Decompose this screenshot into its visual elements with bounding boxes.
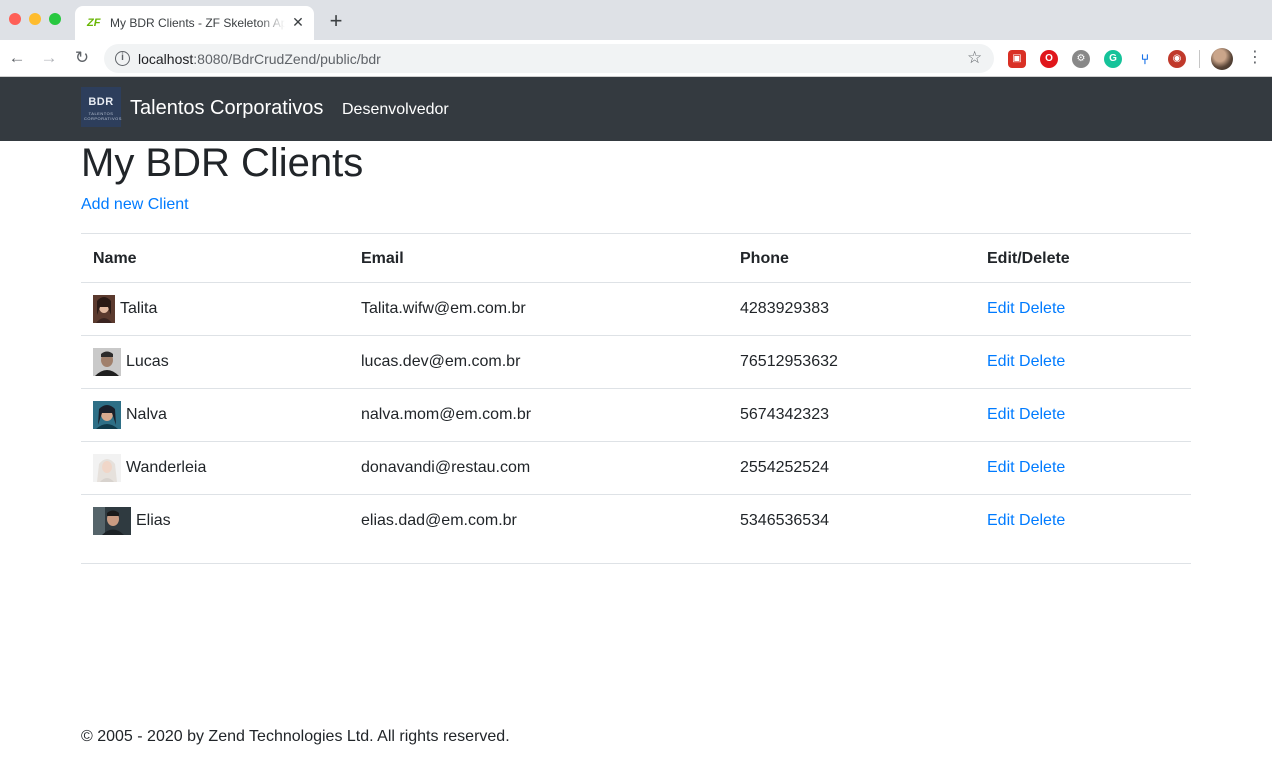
header-name: Name (93, 250, 137, 267)
table-row: Lucas lucas.dev@em.com.br 76512953632 Ed… (81, 336, 1191, 389)
table-row: Talita Talita.wifw@em.com.br 4283929383 … (81, 283, 1191, 336)
edit-link[interactable]: Edit (987, 353, 1015, 370)
extension-eye-icon[interactable]: ◉ (1168, 50, 1186, 68)
forward-arrow-icon[interactable]: → (39, 48, 59, 68)
avatar (93, 454, 121, 482)
extension-pdf-icon[interactable]: ▣ (1008, 50, 1026, 68)
brand-name[interactable]: Talentos Corporativos (130, 96, 323, 120)
logo-subtext: TALENTOS CORPORATIVOS (84, 111, 122, 121)
header-edit-delete: Edit/Delete (987, 250, 1070, 267)
address-bar[interactable]: i localhost:8080/BdrCrudZend/public/bdr … (104, 44, 994, 73)
avatar (93, 348, 121, 376)
header-email: Email (361, 250, 404, 267)
more-menu-icon[interactable]: ⋮ (1247, 48, 1263, 68)
client-email: nalva.mom@em.com.br (361, 406, 532, 423)
delete-link[interactable]: Delete (1019, 459, 1065, 476)
row-actions: Edit Delete (987, 405, 1065, 425)
client-phone: 5346536534 (740, 512, 829, 529)
url-path: :8080/BdrCrudZend/public/bdr (193, 51, 381, 67)
minimize-window-button[interactable] (29, 13, 41, 25)
table-row: Wanderleia donavandi@restau.com 25542525… (81, 442, 1191, 495)
client-phone: 4283929383 (740, 300, 829, 317)
site-info-icon[interactable]: i (115, 51, 130, 66)
url-host: localhost (138, 51, 194, 67)
avatar (93, 507, 131, 535)
tab-title: My BDR Clients - ZF Skeleton Application (110, 16, 285, 30)
nav-link-desenvolvedor[interactable]: Desenvolvedor (342, 100, 449, 120)
header-phone: Phone (740, 250, 789, 267)
site-navbar: BDR TALENTOS CORPORATIVOS Talentos Corpo… (0, 77, 1272, 141)
edit-link[interactable]: Edit (987, 406, 1015, 423)
client-name: Elias (136, 512, 171, 529)
back-arrow-icon[interactable]: ← (7, 48, 27, 68)
row-actions: Edit Delete (987, 458, 1065, 478)
client-name: Wanderleia (126, 459, 207, 476)
table-header: Name Email Phone Edit/Delete (81, 234, 1191, 283)
reload-icon[interactable]: ↻ (72, 48, 92, 68)
tab-close-icon[interactable]: ✕ (290, 14, 306, 30)
table-row: Nalva nalva.mom@em.com.br 5674342323 Edi… (81, 389, 1191, 442)
maximize-window-button[interactable] (49, 13, 61, 25)
add-client-link[interactable]: Add new Client (81, 195, 189, 215)
profile-avatar[interactable] (1211, 48, 1233, 70)
client-phone: 2554252524 (740, 459, 829, 476)
page-title: My BDR Clients (81, 141, 364, 185)
table-row: Elias elias.dad@em.com.br 5346536534 Edi… (81, 495, 1191, 548)
browser-tab-bar: ZF My BDR Clients - ZF Skeleton Applicat… (0, 0, 1272, 40)
edit-link[interactable]: Edit (987, 300, 1015, 317)
delete-link[interactable]: Delete (1019, 512, 1065, 529)
row-actions: Edit Delete (987, 511, 1065, 531)
close-window-button[interactable] (9, 13, 21, 25)
avatar (93, 295, 115, 323)
zf-favicon-icon: ZF (87, 17, 101, 29)
table-divider (81, 563, 1191, 564)
client-name: Lucas (126, 353, 169, 370)
delete-link[interactable]: Delete (1019, 406, 1065, 423)
browser-tab[interactable]: ZF My BDR Clients - ZF Skeleton Applicat… (75, 6, 314, 40)
row-actions: Edit Delete (987, 352, 1065, 372)
client-email: Talita.wifw@em.com.br (361, 300, 526, 317)
edit-link[interactable]: Edit (987, 459, 1015, 476)
client-phone: 5674342323 (740, 406, 829, 423)
delete-link[interactable]: Delete (1019, 353, 1065, 370)
address-url[interactable]: localhost:8080/BdrCrudZend/public/bdr (138, 51, 381, 67)
logo-text: BDR (88, 96, 114, 108)
browser-toolbar: ← → ↻ i localhost:8080/BdrCrudZend/publi… (0, 40, 1272, 77)
footer-copyright: © 2005 - 2020 by Zend Technologies Ltd. … (81, 728, 510, 745)
clients-table: Name Email Phone Edit/Delete Talita Tali… (81, 233, 1191, 548)
edit-link[interactable]: Edit (987, 512, 1015, 529)
extension-opera-icon[interactable]: O (1040, 50, 1058, 68)
client-phone: 76512953632 (740, 353, 838, 370)
extension-branch-icon[interactable]: ⑂ (1136, 50, 1154, 68)
delete-link[interactable]: Delete (1019, 300, 1065, 317)
client-email: elias.dad@em.com.br (361, 512, 517, 529)
client-name: Nalva (126, 406, 167, 423)
client-name: Talita (120, 300, 158, 317)
extension-grammarly-icon[interactable]: G (1104, 50, 1122, 68)
extension-gear-icon[interactable]: ⚙ (1072, 50, 1090, 68)
avatar (93, 401, 121, 429)
new-tab-button[interactable]: + (325, 10, 347, 32)
client-email: donavandi@restau.com (361, 459, 531, 476)
toolbar-divider (1199, 50, 1200, 68)
bookmark-star-icon[interactable]: ☆ (967, 49, 982, 67)
client-email: lucas.dev@em.com.br (361, 353, 521, 370)
row-actions: Edit Delete (987, 299, 1065, 319)
brand-logo[interactable]: BDR TALENTOS CORPORATIVOS (81, 87, 121, 127)
